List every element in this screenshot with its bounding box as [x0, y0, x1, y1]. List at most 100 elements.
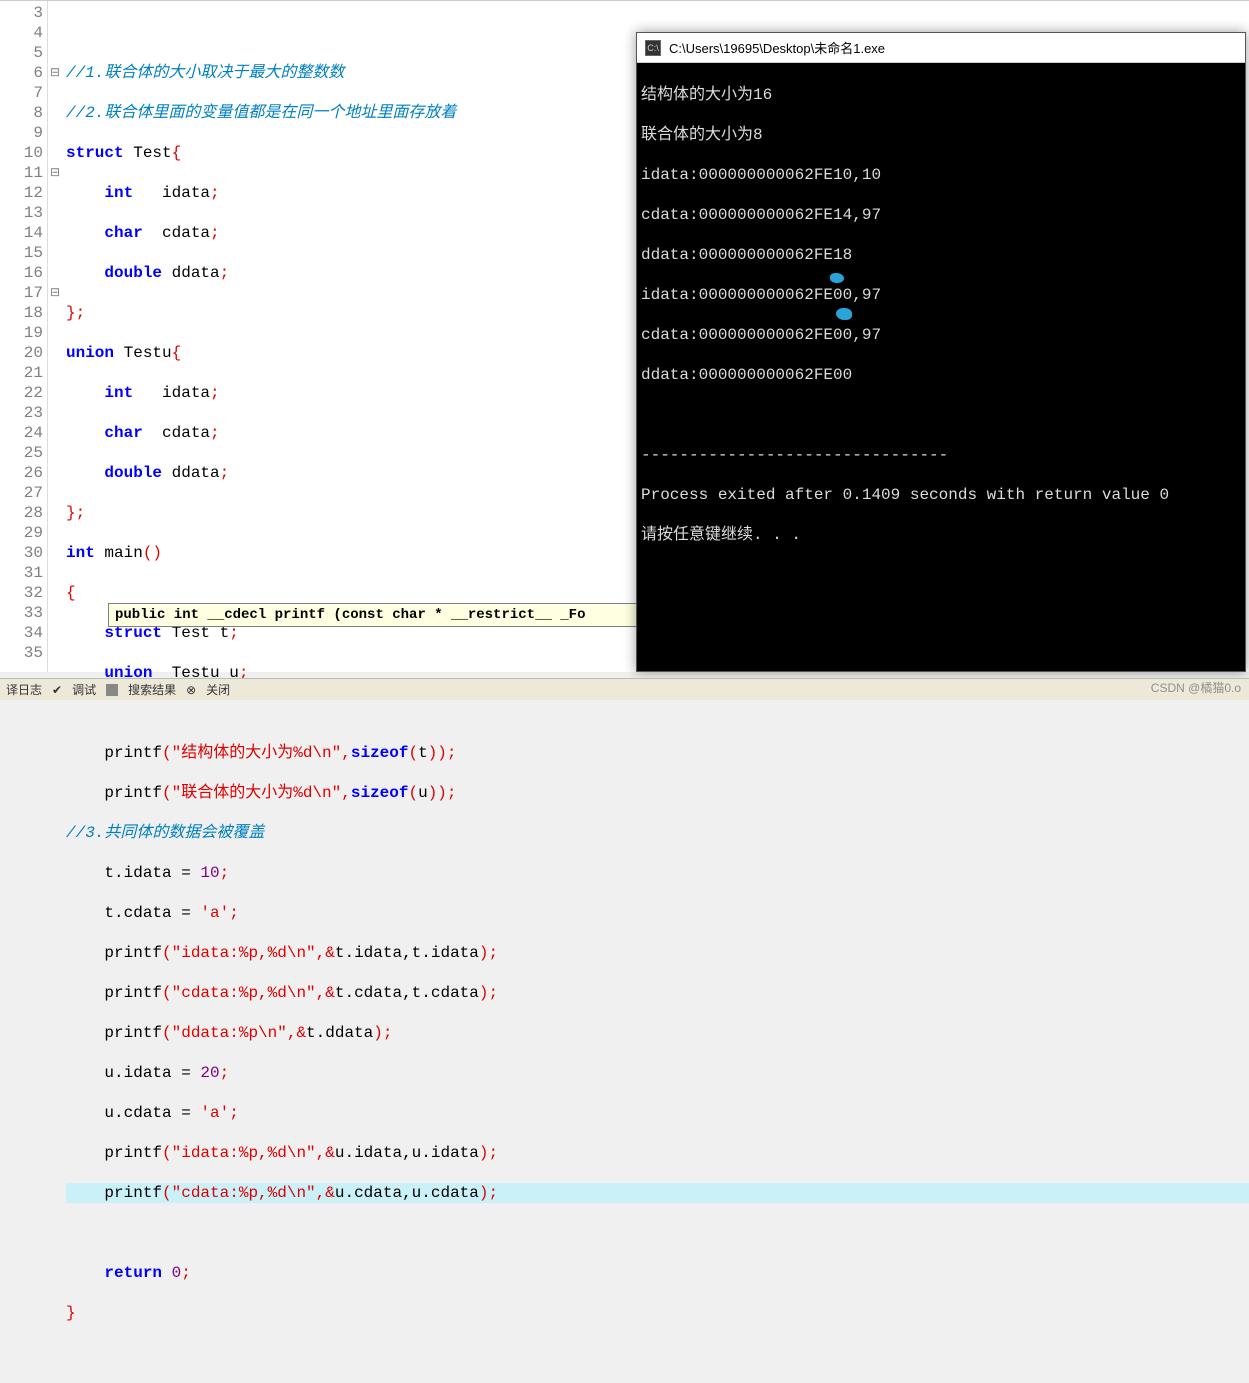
console-app-icon: C:\ [645, 40, 661, 56]
code-expr: u.cdata,u.cdata [335, 1184, 479, 1202]
code-string: "idata:%p,%d\n" [172, 1144, 316, 1162]
code-ident: ddata [162, 264, 220, 282]
console-line: ddata:000000000062FE00 [641, 365, 1241, 385]
code-keyword: sizeof [351, 744, 409, 762]
code-call: printf [104, 1024, 162, 1042]
tab-compile-log[interactable]: 译日志 [6, 681, 42, 698]
line-number: 29 [0, 523, 43, 543]
code-ident: idata [133, 384, 210, 402]
code-expr: t.ddata [306, 1024, 373, 1042]
code-call: printf [104, 1184, 162, 1202]
code-keyword: union [66, 344, 114, 362]
droplet-icon [836, 308, 852, 320]
line-number: 6 [0, 63, 43, 83]
line-number: 7 [0, 83, 43, 103]
code-expr: t.idata,t.idata [335, 944, 479, 962]
code-keyword: struct [66, 144, 124, 162]
console-titlebar[interactable]: C:\ C:\Users\19695\Desktop\未命名1.exe [637, 33, 1245, 63]
console-line: 请按任意键继续. . . [641, 525, 1241, 545]
fold-toggle-icon[interactable]: ⊟ [48, 283, 62, 303]
tab-debug[interactable]: 调试 [72, 681, 96, 698]
console-window[interactable]: C:\ C:\Users\19695\Desktop\未命名1.exe 结构体的… [636, 32, 1246, 672]
close-icon[interactable]: ⊗ [186, 683, 196, 697]
code-call: printf [104, 984, 162, 1002]
console-title: C:\Users\19695\Desktop\未命名1.exe [669, 38, 885, 57]
code-number: 10 [200, 864, 219, 882]
line-number: 18 [0, 303, 43, 323]
console-line: Process exited after 0.1409 seconds with… [641, 485, 1241, 505]
console-line: 结构体的大小为16 [641, 85, 1241, 105]
line-number: 3 [0, 3, 43, 23]
code-string: "结构体的大小为%d\n" [172, 744, 342, 762]
code-keyword: int [104, 384, 133, 402]
fold-toggle-icon[interactable]: ⊟ [48, 163, 62, 183]
code-keyword: char [104, 424, 142, 442]
console-line: idata:000000000062FE10,10 [641, 165, 1241, 185]
line-number: 20 [0, 343, 43, 363]
line-number-gutter: 3 4 5 6 7 8 9 10 11 12 13 14 15 16 17 18… [0, 1, 48, 672]
line-number: 11 [0, 163, 43, 183]
code-expr: t.cdata,t.cdata [335, 984, 479, 1002]
code-keyword: double [104, 464, 162, 482]
code-call: printf [104, 744, 162, 762]
console-line: ddata:000000000062FE18 [641, 245, 1241, 265]
code-ident: main [95, 544, 143, 562]
line-number: 14 [0, 223, 43, 243]
line-number: 15 [0, 243, 43, 263]
line-number: 5 [0, 43, 43, 63]
fold-toggle-icon[interactable]: ⊟ [48, 63, 62, 83]
code-ident: cdata [143, 224, 210, 242]
code-keyword: double [104, 264, 162, 282]
line-number: 24 [0, 423, 43, 443]
line-number: 8 [0, 103, 43, 123]
line-number: 12 [0, 183, 43, 203]
code-expr: u.idata,u.idata [335, 1144, 479, 1162]
line-number: 21 [0, 363, 43, 383]
watermark-text: CSDN @橘猫0.o [1151, 679, 1241, 696]
code-ident: ddata [162, 464, 220, 482]
console-output: 结构体的大小为16 联合体的大小为8 idata:000000000062FE1… [637, 63, 1245, 587]
droplet-icon [830, 273, 844, 283]
code-ident: cdata [143, 424, 210, 442]
code-char: 'a' [200, 1104, 229, 1122]
line-number: 9 [0, 123, 43, 143]
code-string: "idata:%p,%d\n" [172, 944, 316, 962]
line-number: 32 [0, 583, 43, 603]
search-icon [106, 684, 118, 696]
code-expr: u.cdata = [104, 1104, 200, 1122]
code-keyword: return [104, 1264, 162, 1282]
code-keyword: int [104, 184, 133, 202]
code-ident: Test [124, 144, 172, 162]
code-char: 'a' [200, 904, 229, 922]
console-line: cdata:000000000062FE00,97 [641, 325, 1241, 345]
code-ident: idata [133, 184, 210, 202]
code-call: printf [104, 1144, 162, 1162]
line-number: 26 [0, 463, 43, 483]
code-keyword: sizeof [351, 784, 409, 802]
code-string: "cdata:%p,%d\n" [172, 1184, 316, 1202]
tab-close[interactable]: 关闭 [206, 681, 230, 698]
code-string: "ddata:%p\n" [172, 1024, 287, 1042]
line-number: 22 [0, 383, 43, 403]
line-number: 10 [0, 143, 43, 163]
code-string: "联合体的大小为%d\n" [172, 784, 342, 802]
code-keyword: int [66, 544, 95, 562]
tab-search-results[interactable]: 搜索结果 [128, 681, 176, 698]
line-number: 25 [0, 443, 43, 463]
fold-column: ⊟ ⊟ ⊟ [48, 1, 62, 672]
code-call: printf [104, 944, 162, 962]
code-expr: t.cdata = [104, 904, 200, 922]
line-number: 28 [0, 503, 43, 523]
line-number: 31 [0, 563, 43, 583]
line-number: 33 [0, 603, 43, 623]
console-line: idata:000000000062FE00,97 [641, 285, 1241, 305]
status-bar: 译日志 ✔ 调试 搜索结果 ⊗ 关闭 [0, 678, 1249, 700]
line-number: 19 [0, 323, 43, 343]
code-number: 20 [200, 1064, 219, 1082]
console-line: -------------------------------- [641, 445, 1241, 465]
line-number: 17 [0, 283, 43, 303]
code-number: 0 [172, 1264, 182, 1282]
console-line: cdata:000000000062FE14,97 [641, 205, 1241, 225]
code-comment: //1.联合体的大小取决于最大的整数数 [66, 64, 344, 82]
code-expr: t.idata = [104, 864, 200, 882]
